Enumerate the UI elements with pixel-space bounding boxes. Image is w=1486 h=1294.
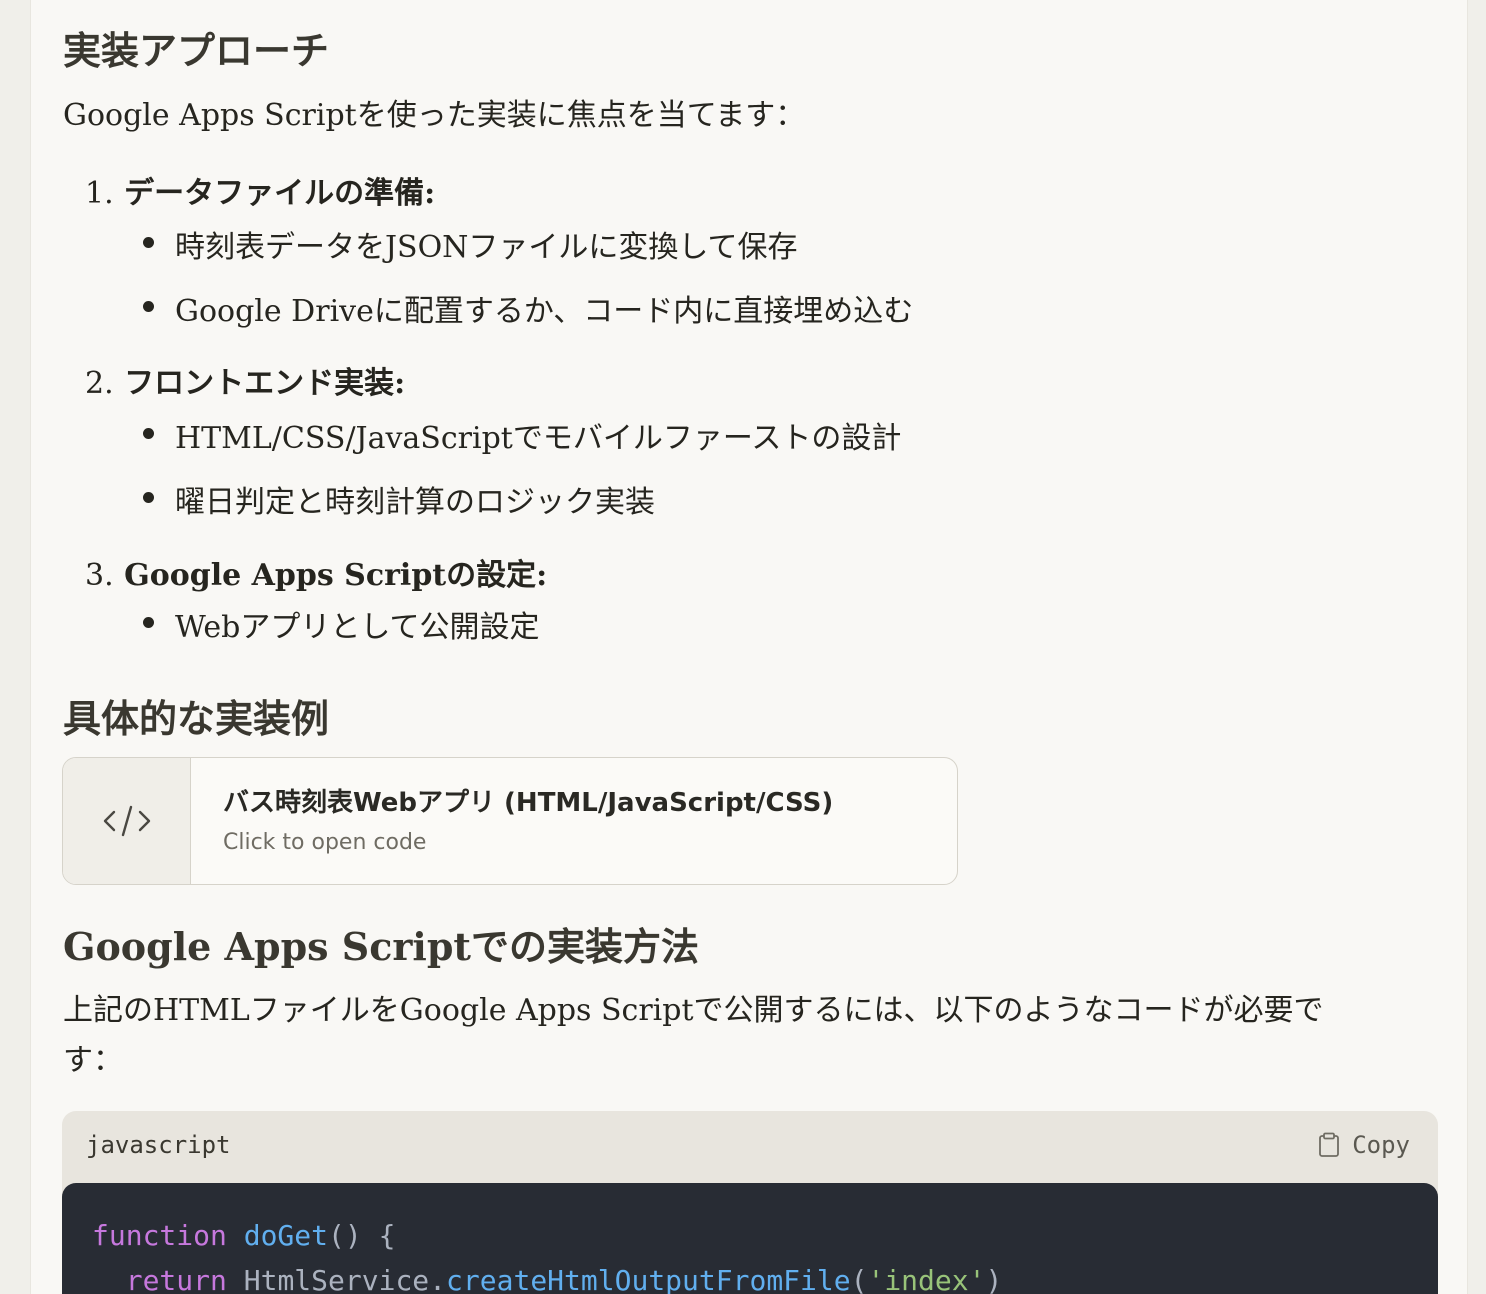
step-number: 2. [85, 366, 114, 401]
list-item: HTML/CSS/JavaScriptでモバイルファーストの設計 [175, 421, 902, 456]
code-language-label: javascript [86, 1131, 231, 1159]
gas-text-line2: す： [63, 1043, 123, 1078]
copy-button[interactable]: Copy [1318, 1131, 1410, 1159]
intro-text: Google Apps Scriptを使った実装に焦点を当てます： [63, 98, 806, 133]
bullet [143, 617, 154, 628]
step-title-text: フロントエンド実装: [124, 366, 406, 401]
code-function: doGet [243, 1219, 329, 1252]
step-title-text: データファイルの準備: [124, 176, 436, 211]
list-item: Webアプリとして公開設定 [175, 610, 540, 645]
section-heading-gas: Google Apps Scriptでの実装方法 [63, 924, 699, 969]
message-panel: 実装アプローチ Google Apps Scriptを使った実装に焦点を当てます… [30, 0, 1468, 1294]
step-title-text: Google Apps Scriptの設定: [124, 558, 548, 593]
step-number: 3. [85, 558, 114, 593]
step-number: 1. [85, 176, 114, 211]
bullet [143, 301, 154, 312]
artifact-icon-box [63, 758, 191, 884]
bullet [143, 492, 154, 503]
list-item: 曜日判定と時刻計算のロジック実装 [175, 485, 655, 520]
code-keyword: function [92, 1219, 227, 1252]
section-heading-example: 具体的な実装例 [63, 696, 330, 741]
gas-text-line1: 上記のHTMLファイルをGoogle Apps Scriptで公開するには、以下… [63, 993, 1324, 1028]
code-punct: ) [985, 1264, 1003, 1294]
code-object: HtmlService. [226, 1264, 447, 1294]
step-3-title: 3. Google Apps Scriptの設定: [85, 550, 547, 594]
code-brackets-icon [103, 805, 150, 837]
clipboard-icon [1319, 1132, 1340, 1157]
code-content: function doGet() { return HtmlService.cr… [62, 1183, 1438, 1294]
artifact-card[interactable]: バス時刻表Webアプリ (HTML/JavaScript/CSS) Click … [62, 757, 958, 885]
code-keyword: return [125, 1264, 227, 1294]
artifact-subtitle: Click to open code [223, 830, 427, 855]
code-punct: ( [850, 1264, 868, 1294]
copy-label: Copy [1352, 1131, 1410, 1159]
code-punct: () { [328, 1219, 396, 1252]
step-2-title: 2. フロントエンド実装: [85, 358, 405, 402]
code-block: javascript Copy function doGet() { retur… [62, 1111, 1438, 1294]
bullet [143, 237, 154, 248]
code-function: createHtmlOutputFromFile [446, 1264, 851, 1294]
bullet [143, 428, 154, 439]
step-1-title: 1. データファイルの準備: [85, 168, 435, 212]
artifact-title: バス時刻表Webアプリ (HTML/JavaScript/CSS) [223, 788, 834, 818]
code-string: 'index' [867, 1264, 986, 1294]
list-item: 時刻表データをJSONファイルに変換して保存 [175, 230, 798, 265]
list-item: Google Driveに配置するか、コード内に直接埋め込む [175, 294, 914, 329]
section-heading-approach: 実装アプローチ [63, 28, 330, 73]
